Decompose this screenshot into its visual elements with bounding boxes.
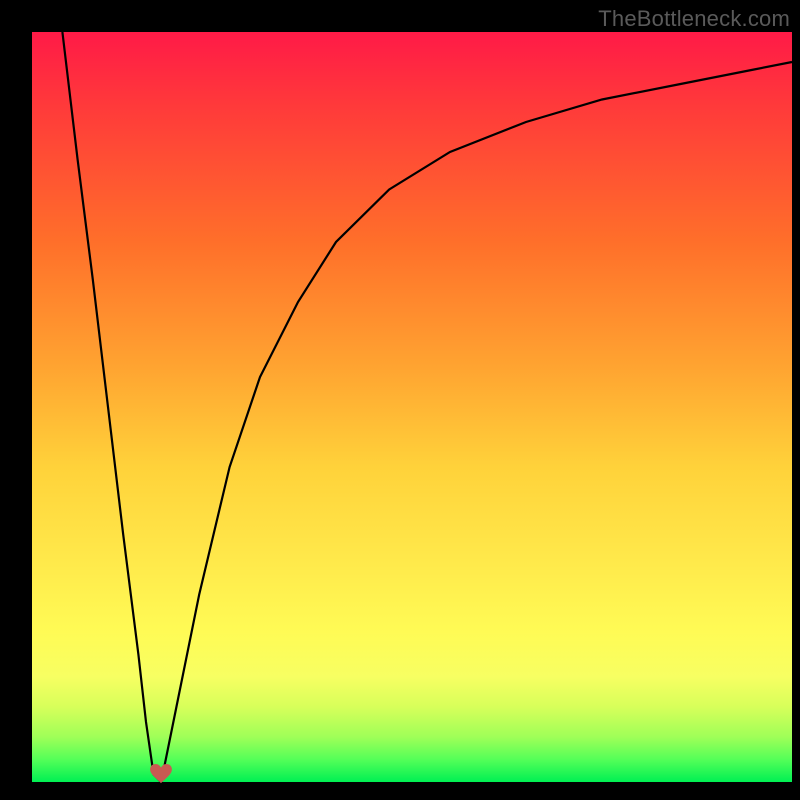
plot-area xyxy=(32,32,792,782)
chart-frame: TheBottleneck.com xyxy=(0,0,800,800)
heart-icon xyxy=(150,764,172,784)
curve-path xyxy=(62,32,792,782)
heart-shape xyxy=(150,764,172,783)
bottleneck-curve xyxy=(32,32,792,782)
attribution-text: TheBottleneck.com xyxy=(598,6,790,32)
